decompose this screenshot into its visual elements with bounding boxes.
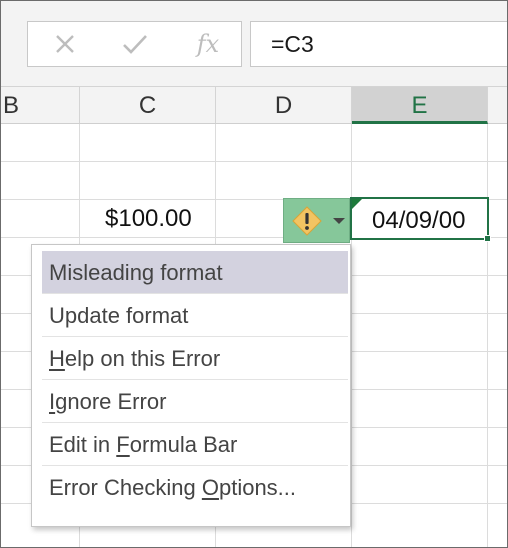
caret-down-icon [333,218,345,224]
cell-e3-selected[interactable]: 04/09/00 [350,197,491,242]
column-headers: B C D E [1,87,507,124]
menu-item-misleading-format[interactable]: Misleading format [42,251,348,293]
function-icon: fx [196,30,220,58]
menu-item-label-prefix: Error Checking [49,475,202,500]
column-header-b[interactable]: B [1,87,80,123]
cancel-button[interactable] [48,22,82,66]
menu-item-label-prefix: Edit in [49,432,117,457]
menu-item-ignore-error[interactable]: Ignore Error [42,380,348,422]
excel-window: fx =C3 B C D E $100.00 04/09/00 Misleadi… [0,0,508,548]
insert-function-button[interactable]: fx [188,22,228,66]
menu-item-label-suffix: ptions... [218,475,297,500]
column-header-label: B [2,92,19,119]
menu-item-label-suffix: elp on this Error [64,346,221,371]
column-header-d[interactable]: D [216,87,352,123]
error-smart-tag-button[interactable] [283,198,350,243]
menu-item-help-on-error[interactable]: Help on this Error [42,337,348,379]
menu-item-label-suffix: gnore Error [55,389,167,414]
gridline [487,124,488,547]
formula-input[interactable]: =C3 [250,21,507,67]
cell-e3-value: 04/09/00 [372,207,466,234]
formula-bar-buttons: fx [27,21,242,67]
column-header-label: E [411,92,428,119]
error-options-menu: Misleading format Update format Help on … [31,244,351,527]
x-icon [56,35,74,53]
gridline [351,124,352,547]
menu-item-access-key: O [201,475,219,500]
warning-diamond-icon [292,206,322,236]
column-header-e[interactable]: E [352,87,488,124]
cell-c3[interactable]: $100.00 [105,205,192,233]
menu-item-access-key: H [49,346,65,371]
menu-item-label-suffix: ormula Bar [129,432,238,457]
error-indicator-icon [352,199,362,209]
menu-item-update-format[interactable]: Update format [42,294,348,336]
menu-item-error-checking-options[interactable]: Error Checking Options... [42,466,348,508]
menu-item-label: Update format [49,303,189,328]
fill-handle[interactable] [484,235,491,242]
column-header-label: D [274,92,293,119]
enter-button[interactable] [118,22,152,66]
column-header-c[interactable]: C [80,87,216,123]
checkmark-icon [123,35,147,54]
formula-bar: fx =C3 [1,1,507,87]
menu-item-edit-in-formula-bar[interactable]: Edit in Formula Bar [42,423,348,465]
gridline [1,161,507,162]
column-header-label: C [138,92,157,119]
menu-item-label: Misleading format [49,260,223,285]
menu-item-access-key: F [116,432,130,457]
